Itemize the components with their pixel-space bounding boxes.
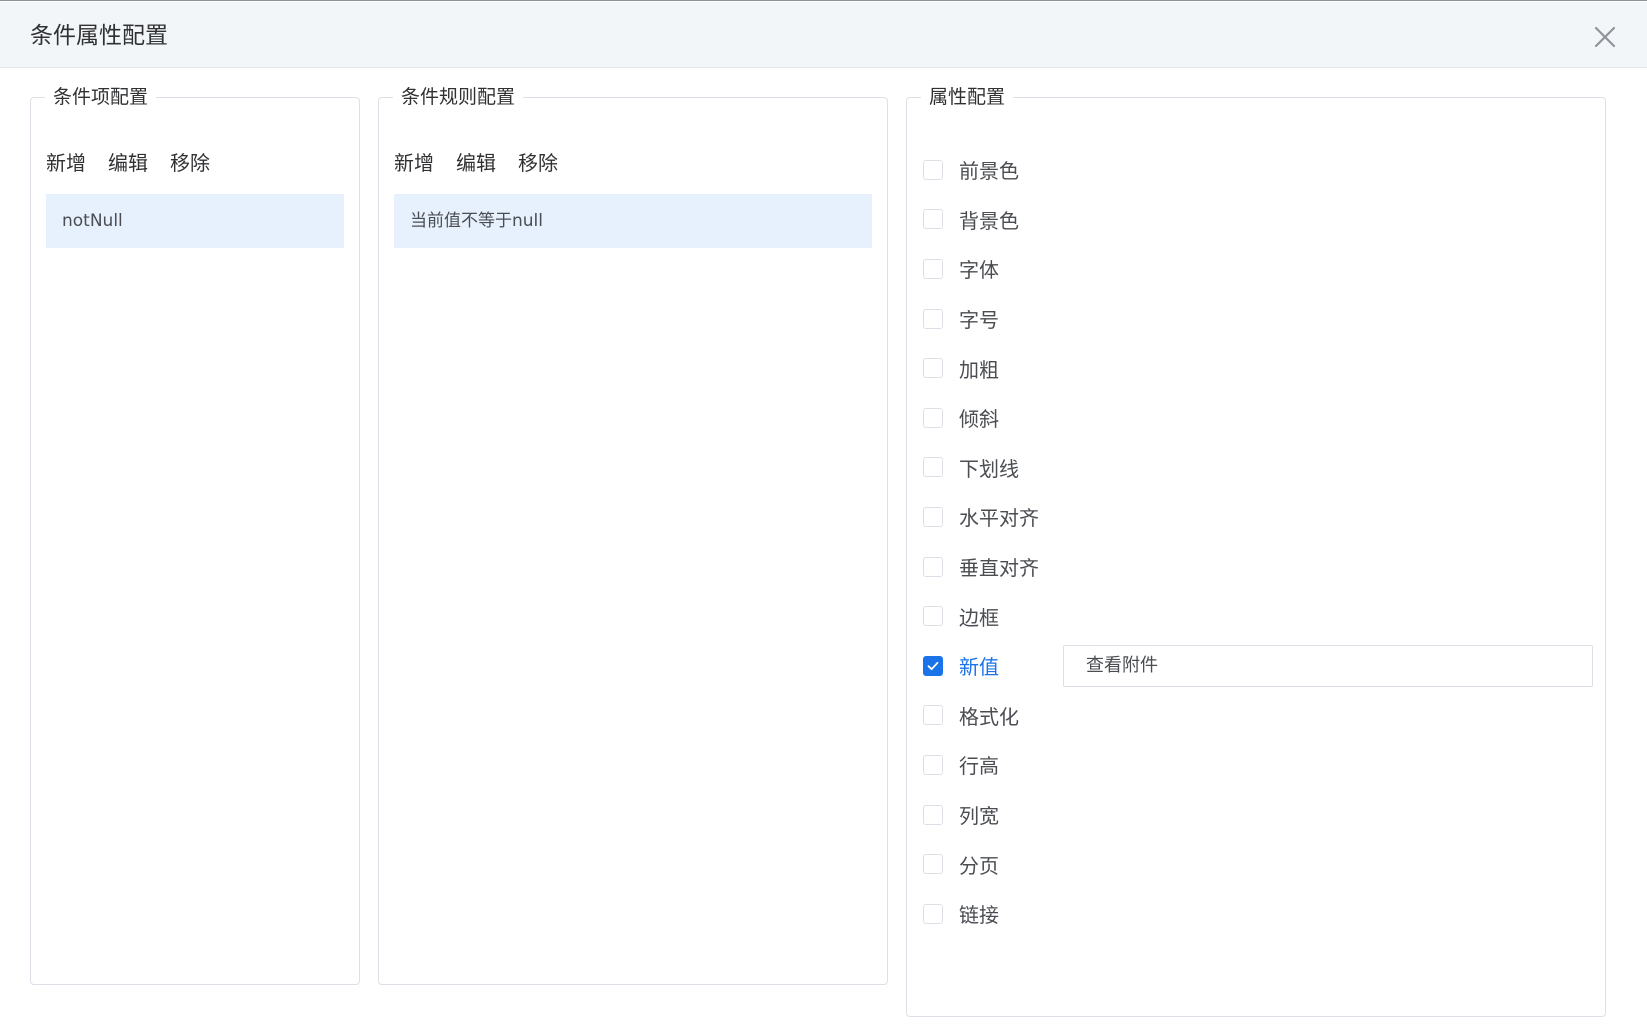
checkbox-link[interactable] xyxy=(923,903,943,924)
condition-rules-remove-button[interactable]: 移除 xyxy=(518,149,558,177)
attr-label[interactable]: 字体 xyxy=(959,254,999,283)
attr-label[interactable]: 新值 xyxy=(959,651,999,680)
list-item[interactable]: 当前值不等于null xyxy=(394,194,872,248)
attr-row-background-color: 背景色 xyxy=(923,195,1593,245)
attr-label[interactable]: 水平对齐 xyxy=(959,502,1039,531)
checkbox-new-value[interactable] xyxy=(923,655,943,676)
attr-row-column-width: 列宽 xyxy=(923,790,1593,840)
checkbox-pagination[interactable] xyxy=(923,854,943,875)
condition-rules-list: 当前值不等于null xyxy=(394,194,872,248)
attr-label[interactable]: 背景色 xyxy=(959,205,1019,234)
attr-row-foreground-color: 前景色 xyxy=(923,145,1593,195)
attr-label[interactable]: 倾斜 xyxy=(959,403,999,432)
attr-row-border: 边框 xyxy=(923,591,1593,641)
attributes-panel: 属性配置 前景色 背景色 字体 字号 加粗 倾斜 下划线 水平对齐 垂直对齐 边… xyxy=(906,85,1606,1017)
checkbox-column-width[interactable] xyxy=(923,804,943,825)
attr-label[interactable]: 下划线 xyxy=(959,453,1019,482)
attr-label[interactable]: 格式化 xyxy=(959,701,1019,730)
attr-row-font-size: 字号 xyxy=(923,294,1593,344)
attr-label[interactable]: 前景色 xyxy=(959,155,1019,184)
attr-label[interactable]: 行高 xyxy=(959,750,999,779)
attr-row-new-value: 新值 查看附件 xyxy=(923,641,1593,691)
condition-items-legend: 条件项配置 xyxy=(53,86,149,108)
attr-row-row-height: 行高 xyxy=(923,740,1593,790)
attr-label[interactable]: 分页 xyxy=(959,850,999,879)
dialog-title: 条件属性配置 xyxy=(30,23,168,49)
condition-items-toolbar: 新增 编辑 移除 xyxy=(46,149,210,177)
close-icon xyxy=(1594,26,1616,48)
checkbox-vertical-align[interactable] xyxy=(923,556,943,577)
new-value-input[interactable]: 查看附件 xyxy=(1063,644,1593,687)
attr-row-font: 字体 xyxy=(923,244,1593,294)
attr-row-horizontal-align: 水平对齐 xyxy=(923,492,1593,542)
condition-rules-panel: 条件规则配置 新增 编辑 移除 当前值不等于null xyxy=(378,85,888,985)
check-icon xyxy=(927,661,939,670)
attr-row-bold: 加粗 xyxy=(923,343,1593,393)
checkbox-row-height[interactable] xyxy=(923,754,943,775)
attr-label[interactable]: 边框 xyxy=(959,602,999,631)
condition-items-panel: 条件项配置 新增 编辑 移除 notNull xyxy=(30,85,360,985)
attr-label[interactable]: 列宽 xyxy=(959,800,999,829)
condition-items-edit-button[interactable]: 编辑 xyxy=(108,149,148,177)
attr-label[interactable]: 字号 xyxy=(959,304,999,333)
attributes-list: 前景色 背景色 字体 字号 加粗 倾斜 下划线 水平对齐 垂直对齐 边框 新值 … xyxy=(923,145,1593,939)
attr-row-format: 格式化 xyxy=(923,691,1593,741)
condition-attribute-dialog: 条件属性配置 条件项配置 新增 编辑 移除 notNull 条件规则配置 新增 … xyxy=(0,0,1647,1032)
condition-rules-add-button[interactable]: 新增 xyxy=(394,149,434,177)
checkbox-background-color[interactable] xyxy=(923,209,943,230)
checkbox-font[interactable] xyxy=(923,258,943,279)
condition-rules-legend: 条件规则配置 xyxy=(401,86,516,108)
checkbox-underline[interactable] xyxy=(923,457,943,478)
condition-items-list: notNull xyxy=(46,194,344,248)
condition-items-add-button[interactable]: 新增 xyxy=(46,149,86,177)
condition-rules-toolbar: 新增 编辑 移除 xyxy=(394,149,558,177)
attr-label[interactable]: 链接 xyxy=(959,899,999,928)
attr-row-link: 链接 xyxy=(923,889,1593,939)
attr-row-vertical-align: 垂直对齐 xyxy=(923,542,1593,592)
attr-row-pagination: 分页 xyxy=(923,839,1593,889)
attr-label[interactable]: 垂直对齐 xyxy=(959,552,1039,581)
list-item[interactable]: notNull xyxy=(46,194,344,248)
checkbox-font-size[interactable] xyxy=(923,308,943,329)
dialog-header: 条件属性配置 xyxy=(0,2,1647,68)
attr-label[interactable]: 加粗 xyxy=(959,354,999,383)
attr-row-underline: 下划线 xyxy=(923,443,1593,493)
close-button[interactable] xyxy=(1592,24,1618,50)
checkbox-border[interactable] xyxy=(923,606,943,627)
checkbox-italic[interactable] xyxy=(923,407,943,428)
attributes-legend: 属性配置 xyxy=(929,86,1006,108)
condition-items-remove-button[interactable]: 移除 xyxy=(170,149,210,177)
attr-row-italic: 倾斜 xyxy=(923,393,1593,443)
checkbox-foreground-color[interactable] xyxy=(923,159,943,180)
checkbox-horizontal-align[interactable] xyxy=(923,506,943,527)
condition-rules-edit-button[interactable]: 编辑 xyxy=(456,149,496,177)
checkbox-bold[interactable] xyxy=(923,358,943,379)
checkbox-format[interactable] xyxy=(923,705,943,726)
